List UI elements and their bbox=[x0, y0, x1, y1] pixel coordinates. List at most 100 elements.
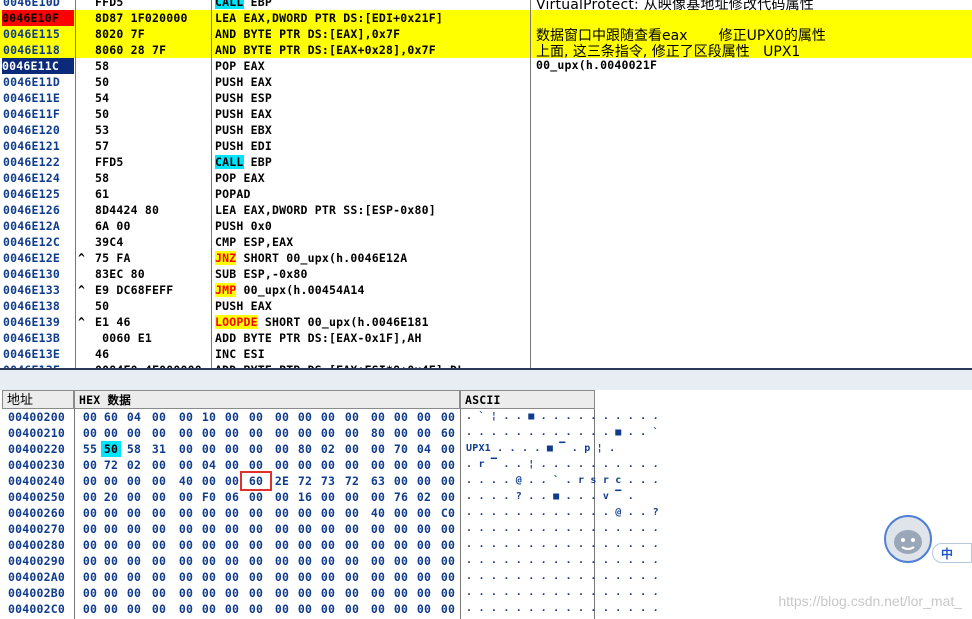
dump-byte[interactable]: 00 bbox=[80, 553, 100, 569]
dump-byte[interactable]: 50 bbox=[101, 441, 121, 457]
dump-byte[interactable]: 00 bbox=[199, 569, 219, 585]
dump-byte[interactable]: 00 bbox=[80, 601, 100, 617]
disasm-address[interactable]: 0046E118 bbox=[3, 42, 73, 58]
disasm-instruction[interactable]: PUSH ESP bbox=[215, 90, 272, 106]
dump-byte[interactable]: 00 bbox=[149, 601, 169, 617]
dump-byte[interactable]: 00 bbox=[272, 521, 292, 537]
floating-assistant-widget[interactable]: 中 bbox=[882, 515, 972, 565]
dump-byte[interactable]: 00 bbox=[342, 441, 362, 457]
dump-byte[interactable]: 00 bbox=[222, 409, 242, 425]
disasm-row[interactable]: 0046E10D FFD5 CALL EBP bbox=[0, 0, 972, 10]
dump-byte[interactable]: 00 bbox=[101, 505, 121, 521]
dump-byte[interactable]: 63 bbox=[368, 473, 388, 489]
dump-byte[interactable]: 31 bbox=[149, 441, 169, 457]
dump-byte[interactable]: 00 bbox=[391, 601, 411, 617]
dump-byte[interactable]: 00 bbox=[414, 505, 434, 521]
dump-byte[interactable]: 00 bbox=[80, 505, 100, 521]
disasm-address[interactable]: 0046E11E bbox=[3, 90, 73, 106]
dump-byte[interactable]: 00 bbox=[124, 553, 144, 569]
dump-ascii[interactable]: . . . . @ . . ` . r s r c . . . bbox=[466, 473, 659, 489]
disasm-address[interactable]: 0046E11D bbox=[3, 74, 73, 90]
dump-byte[interactable]: 00 bbox=[438, 457, 458, 473]
dump-row[interactable]: 00400260 00 00 00 00 00 00 00 00 00 00 00 00 40 00 00 C0… bbox=[0, 505, 659, 521]
dump-byte[interactable]: 00 bbox=[124, 473, 144, 489]
dump-byte[interactable]: F0 bbox=[199, 489, 219, 505]
disasm-address[interactable]: 0046E10D bbox=[3, 0, 73, 10]
disasm-row[interactable]: 0046E124 58 POP EAX bbox=[0, 170, 972, 186]
disasm-instruction[interactable]: LOOPDE SHORT 00_upx(h.0046E181 bbox=[215, 314, 429, 330]
dump-byte[interactable]: 00 bbox=[391, 505, 411, 521]
dump-byte[interactable]: 00 bbox=[272, 441, 292, 457]
disassembly-pane[interactable]: 0046E10D FFD5 CALL EBP 0046E10F 8D87 1F02000… bbox=[0, 0, 972, 368]
dump-byte[interactable]: 00 bbox=[222, 585, 242, 601]
dump-byte[interactable]: 00 bbox=[222, 601, 242, 617]
dump-byte[interactable]: 00 bbox=[199, 521, 219, 537]
dump-byte[interactable]: 00 bbox=[246, 601, 266, 617]
dump-byte[interactable]: 00 bbox=[176, 553, 196, 569]
dump-byte[interactable]: 00 bbox=[342, 425, 362, 441]
dump-byte[interactable]: 00 bbox=[149, 521, 169, 537]
dump-byte[interactable]: 00 bbox=[368, 585, 388, 601]
dump-byte[interactable]: 00 bbox=[295, 425, 315, 441]
dump-byte[interactable]: 72 bbox=[101, 457, 121, 473]
disasm-instruction[interactable]: CALL EBP bbox=[215, 154, 272, 170]
dump-byte[interactable]: 00 bbox=[414, 601, 434, 617]
dump-byte[interactable]: 00 bbox=[124, 505, 144, 521]
dump-row[interactable]: 004002A0 00 00 00 00 00 00 00 00 00 00 00 00 00 00 00 00… bbox=[0, 569, 659, 585]
disasm-row[interactable]: 0046E121 57 PUSH EDI bbox=[0, 138, 972, 154]
dump-byte[interactable]: 00 bbox=[391, 521, 411, 537]
dump-byte[interactable]: 60 bbox=[101, 409, 121, 425]
dump-byte[interactable]: 00 bbox=[199, 505, 219, 521]
dump-byte[interactable]: 00 bbox=[368, 409, 388, 425]
dump-byte[interactable]: 00 bbox=[295, 457, 315, 473]
disasm-address[interactable]: 0046E139 bbox=[3, 314, 73, 330]
dump-byte[interactable]: 00 bbox=[368, 457, 388, 473]
disasm-instruction[interactable]: CMP ESP,EAX bbox=[215, 234, 293, 250]
dump-byte[interactable]: 00 bbox=[222, 521, 242, 537]
dump-byte[interactable]: 00 bbox=[222, 457, 242, 473]
disasm-instruction[interactable]: AND BYTE PTR DS:[EAX],0x7F bbox=[215, 26, 400, 42]
dump-address[interactable]: 004002B0 bbox=[8, 585, 65, 601]
dump-byte[interactable]: 00 bbox=[318, 489, 338, 505]
dump-byte[interactable]: 00 bbox=[124, 569, 144, 585]
dump-byte[interactable]: 00 bbox=[342, 585, 362, 601]
dump-byte[interactable]: 00 bbox=[272, 457, 292, 473]
disasm-instruction[interactable]: LEA EAX,DWORD PTR DS:[EDI+0x21F] bbox=[215, 10, 443, 26]
dump-row[interactable]: 00400280 00 00 00 00 00 00 00 00 00 00 00 00 00 00 00 00… bbox=[0, 537, 659, 553]
dump-byte[interactable]: 00 bbox=[414, 473, 434, 489]
dump-byte[interactable]: 00 bbox=[272, 585, 292, 601]
dump-byte[interactable]: 00 bbox=[176, 409, 196, 425]
disasm-address[interactable]: 0046E121 bbox=[3, 138, 73, 154]
disasm-row[interactable]: 0046E138 50 PUSH EAX bbox=[0, 298, 972, 314]
dump-byte[interactable]: 00 bbox=[318, 553, 338, 569]
dump-byte[interactable]: 00 bbox=[149, 457, 169, 473]
dump-byte[interactable]: 00 bbox=[438, 601, 458, 617]
dump-row[interactable]: 00400270 00 00 00 00 00 00 00 00 00 00 00 00 00 00 00 00… bbox=[0, 521, 659, 537]
disasm-address[interactable]: 0046E126 bbox=[3, 202, 73, 218]
dump-byte[interactable]: 00 bbox=[80, 585, 100, 601]
input-method-label[interactable]: 中 bbox=[932, 543, 972, 563]
dump-byte[interactable]: 00 bbox=[80, 473, 100, 489]
dump-ascii[interactable]: . . . . . . . . . . . . ■ . . ` bbox=[466, 425, 659, 441]
dump-byte[interactable]: 00 bbox=[176, 601, 196, 617]
dump-ascii[interactable]: . ` ¦ . . ■ . . . . . . . . . . bbox=[466, 409, 659, 425]
disasm-instruction[interactable]: PUSH EAX bbox=[215, 298, 272, 314]
disasm-instruction[interactable]: JMP 00_upx(h.00454A14 bbox=[215, 282, 365, 298]
dump-byte[interactable]: 72 bbox=[342, 473, 362, 489]
dump-byte[interactable]: 00 bbox=[318, 537, 338, 553]
disasm-address[interactable]: 0046E11F bbox=[3, 106, 73, 122]
dump-byte[interactable]: 00 bbox=[414, 409, 434, 425]
disasm-address[interactable]: 0046E130 bbox=[3, 266, 73, 282]
dump-row[interactable]: 004002C0 00 00 00 00 00 00 00 00 00 00 00 00 00 00 00 00… bbox=[0, 601, 659, 617]
dump-byte[interactable]: 00 bbox=[199, 537, 219, 553]
dump-byte[interactable]: 00 bbox=[391, 409, 411, 425]
disasm-row[interactable]: 0046E11E 54 PUSH ESP bbox=[0, 90, 972, 106]
dump-byte[interactable]: 00 bbox=[149, 505, 169, 521]
disasm-row[interactable]: 0046E133 ^ E9 DC68FEFF JMP 00_upx(h.00454A1… bbox=[0, 282, 972, 298]
dump-byte[interactable]: 00 bbox=[176, 521, 196, 537]
disasm-row[interactable]: 0046E126 8D4424 80 LEA EAX,DWORD PTR SS:[E… bbox=[0, 202, 972, 218]
dump-byte[interactable]: 00 bbox=[199, 585, 219, 601]
dump-byte[interactable]: 00 bbox=[391, 473, 411, 489]
dump-byte[interactable]: 00 bbox=[438, 521, 458, 537]
dump-byte[interactable]: 00 bbox=[318, 521, 338, 537]
